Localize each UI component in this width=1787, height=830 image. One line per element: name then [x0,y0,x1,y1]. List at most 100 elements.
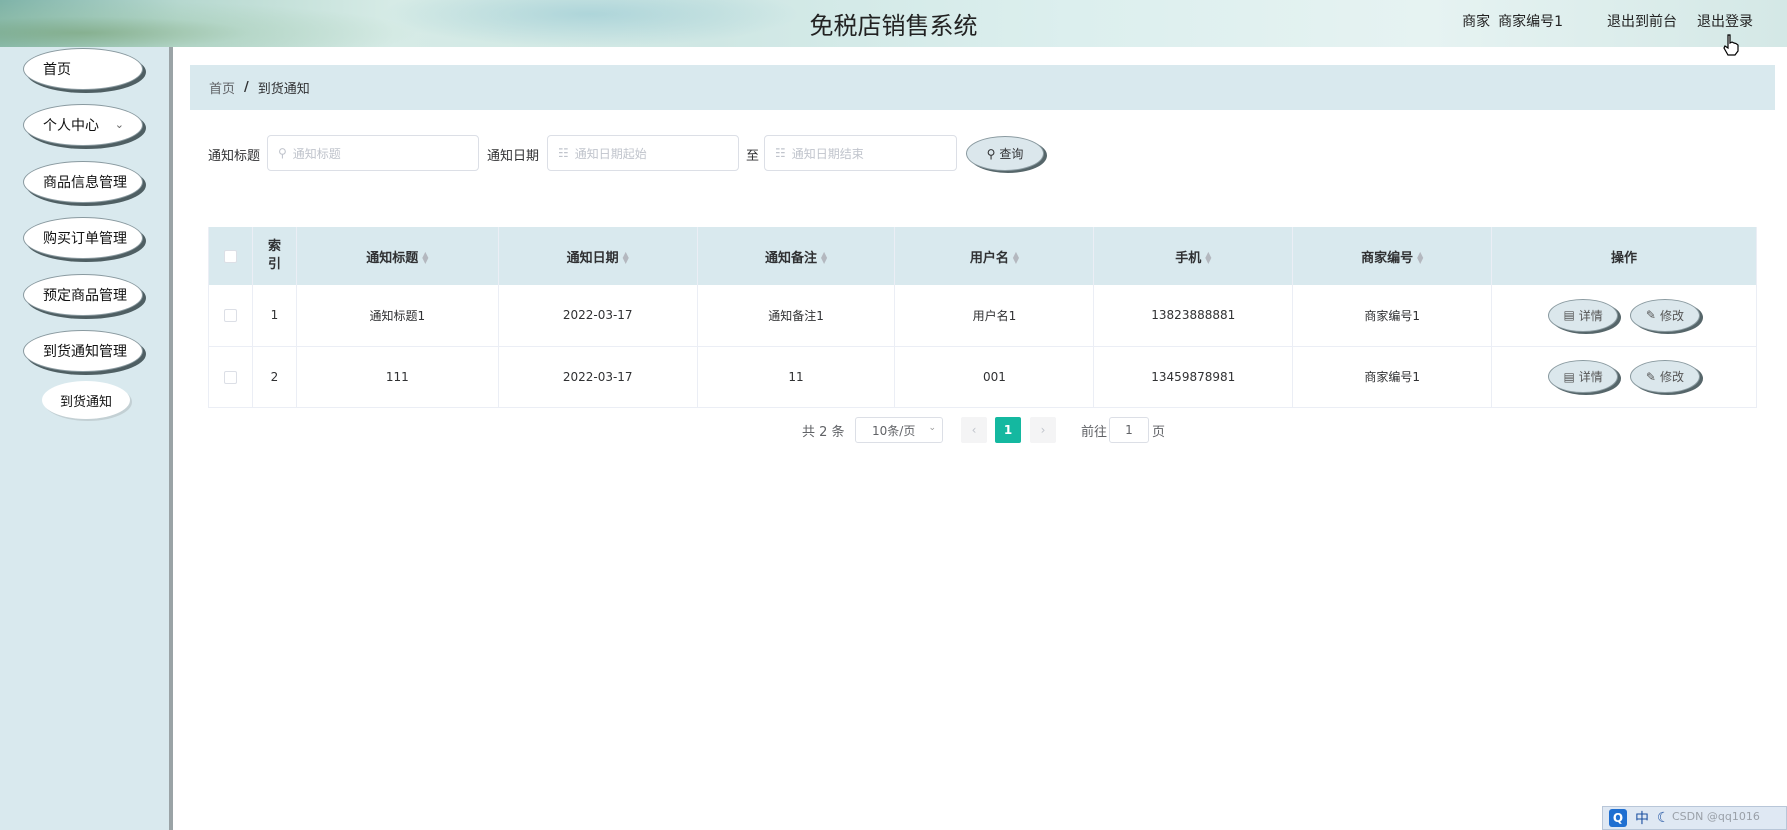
row-checkbox[interactable] [223,370,237,384]
select-all-checkbox[interactable] [223,249,237,263]
detail-button[interactable]: ▤ 详情 [1548,360,1619,393]
detail-button[interactable]: ▤ 详情 [1548,298,1619,332]
sidebar-item-label: 到货通知管理 [43,344,127,360]
date-range-to-label: 至 [746,149,760,164]
col-note-label: 通知备注 [764,250,817,266]
chevron-left-icon: ‹ [971,423,977,437]
sidebar-subitem-arrival-notice[interactable]: 到货通知 [42,381,130,419]
next-page-button[interactable]: › [1030,417,1056,443]
exit-to-front-link[interactable]: 退出到前台 [1607,11,1677,31]
header-user-area: 商家 商家编号1 退出到前台 退出登录 [1462,11,1753,31]
date-end-placeholder: 通知日期结束 [791,146,864,161]
col-title[interactable]: 通知标题 ▲ ▼ [296,227,499,285]
goto-page-input[interactable]: 1 [1109,417,1149,443]
edit-button[interactable]: ✎ 修改 [1629,298,1700,332]
col-phone[interactable]: 手机 ▲ ▼ [1093,227,1294,285]
edit-icon: ✎ [1645,308,1656,323]
col-date[interactable]: 通知日期 ▲ ▼ [498,227,698,285]
page-number-button[interactable]: 1 [995,417,1021,443]
sidebar-item-label: 商品信息管理 [43,175,127,191]
col-date-label: 通知日期 [566,250,619,266]
query-button-label: 查询 [999,147,1024,161]
page-size-select[interactable]: 10条/页 ⌄ [855,417,943,443]
edit-button-label: 修改 [1659,308,1684,323]
cell-note: 11 [697,346,896,408]
logout-link[interactable]: 退出登录 [1697,11,1753,31]
cell-ops: ▤ 详情 ✎ 修改 [1491,285,1757,347]
sort-icon[interactable]: ▲ ▼ [1013,251,1019,265]
moon-icon[interactable]: ☾ [1657,810,1670,826]
sidebar-item-home[interactable]: 首页 [23,48,143,90]
date-start-input[interactable]: ☷ 通知日期起始 [547,135,739,171]
col-merchant-label: 商家编号 [1361,250,1414,266]
sort-icon[interactable]: ▲ ▼ [422,251,428,265]
sidebar-item-purchase-orders[interactable]: 购买订单管理 [23,217,143,259]
row-select-cell [208,285,253,347]
cell-date: 2022-03-17 [498,285,698,347]
cell-ops: ▤ 详情 ✎ 修改 [1491,346,1757,408]
col-index: 索引 [252,227,297,285]
sidebar-item-product-info[interactable]: 商品信息管理 [23,161,143,203]
table-row: 1 通知标题1 2022-03-17 通知备注1 用户名1 1382388888… [208,285,1757,347]
breadcrumb-home[interactable]: 首页 [209,78,235,97]
ime-logo-icon[interactable]: Q [1609,809,1627,827]
watermark: CSDN @qq1016 [1672,810,1760,823]
cell-index: 1 [252,285,297,347]
col-username[interactable]: 用户名 ▲ ▼ [894,227,1095,285]
user-name: 商家编号1 [1498,14,1563,30]
table-header-row: 索引 通知标题 ▲ ▼ 通知日期 ▲ ▼ 通知备注 ▲ ▼ 用户名 ▲ ▼ 手机 ▲ ▼ 商家编号 ▲… [208,227,1757,285]
arrival-notice-table: 索引 通知标题 ▲ ▼ 通知日期 ▲ ▼ 通知备注 ▲ ▼ 用户名 ▲ ▼ 手机 ▲ ▼ 商家编号 ▲… [208,227,1757,408]
document-icon: ▤ [1563,308,1575,323]
hand-cursor-icon [1723,34,1739,56]
cell-index: 2 [252,346,297,408]
sidebar-item-arrival-notice-mgmt[interactable]: 到货通知管理 [23,330,143,372]
cell-username: 用户名1 [894,285,1095,347]
sidebar-item-label: 购买订单管理 [43,231,127,247]
calendar-icon: ☷ [558,146,569,160]
cell-phone: 13459878981 [1093,346,1294,408]
row-checkbox[interactable] [223,309,237,323]
sort-icon[interactable]: ▲ ▼ [1417,251,1423,265]
date-start-placeholder: 通知日期起始 [574,146,647,161]
page-suffix-label: 页 [1152,425,1166,440]
query-button[interactable]: ⚲ 查询 [966,136,1044,171]
sort-icon[interactable]: ▲ ▼ [1205,251,1211,265]
breadcrumb: 首页 / 到货通知 [190,65,1775,110]
breadcrumb-separator: / [244,80,249,95]
chevron-down-icon: ⌄ [928,423,936,433]
top-header: 免税店销售系统 商家 商家编号1 退出到前台 退出登录 [0,0,1787,47]
sort-icon[interactable]: ▲ ▼ [821,251,827,265]
ime-language-toggle[interactable]: 中 [1635,808,1649,828]
date-filter-label: 通知日期 [487,149,540,164]
search-icon: ⚲ [278,146,287,160]
date-end-input[interactable]: ☷ 通知日期结束 [764,135,957,171]
page-size-value: 10条/页 [872,423,916,438]
title-filter-placeholder: 通知标题 [292,146,341,161]
col-ops-label: 操作 [1611,250,1638,266]
col-merchant[interactable]: 商家编号 ▲ ▼ [1292,227,1493,285]
chevron-down-icon: ⌄ [114,118,124,131]
pagination-total: 共 2 条 [802,425,845,440]
breadcrumb-current: 到货通知 [257,82,310,97]
col-index-label: 索引 [267,239,281,272]
title-filter-input[interactable]: ⚲ 通知标题 [267,135,479,171]
edit-button[interactable]: ✎ 修改 [1629,360,1700,393]
sort-icon[interactable]: ▲ ▼ [623,251,629,265]
cell-title: 111 [296,346,499,408]
row-select-cell [208,346,253,408]
title-filter-label: 通知标题 [208,149,261,164]
select-all-cell [208,227,253,285]
prev-page-button[interactable]: ‹ [961,417,987,443]
sidebar-item-personal-center[interactable]: 个人中心 ⌄ [23,104,143,146]
chevron-right-icon: › [1040,423,1046,437]
detail-button-label: 详情 [1578,308,1603,323]
col-phone-label: 手机 [1175,250,1202,266]
sidebar-item-label: 预定商品管理 [43,288,127,304]
sidebar-item-reserved-products[interactable]: 预定商品管理 [23,274,143,316]
cell-merchant: 商家编号1 [1292,346,1493,408]
search-icon: ⚲ [986,146,996,161]
sidebar-item-label: 首页 [43,62,71,78]
col-note[interactable]: 通知备注 ▲ ▼ [697,227,896,285]
table-row: 2 111 2022-03-17 11 001 13459878981 商家编号… [208,346,1757,408]
cell-username: 001 [894,346,1095,408]
